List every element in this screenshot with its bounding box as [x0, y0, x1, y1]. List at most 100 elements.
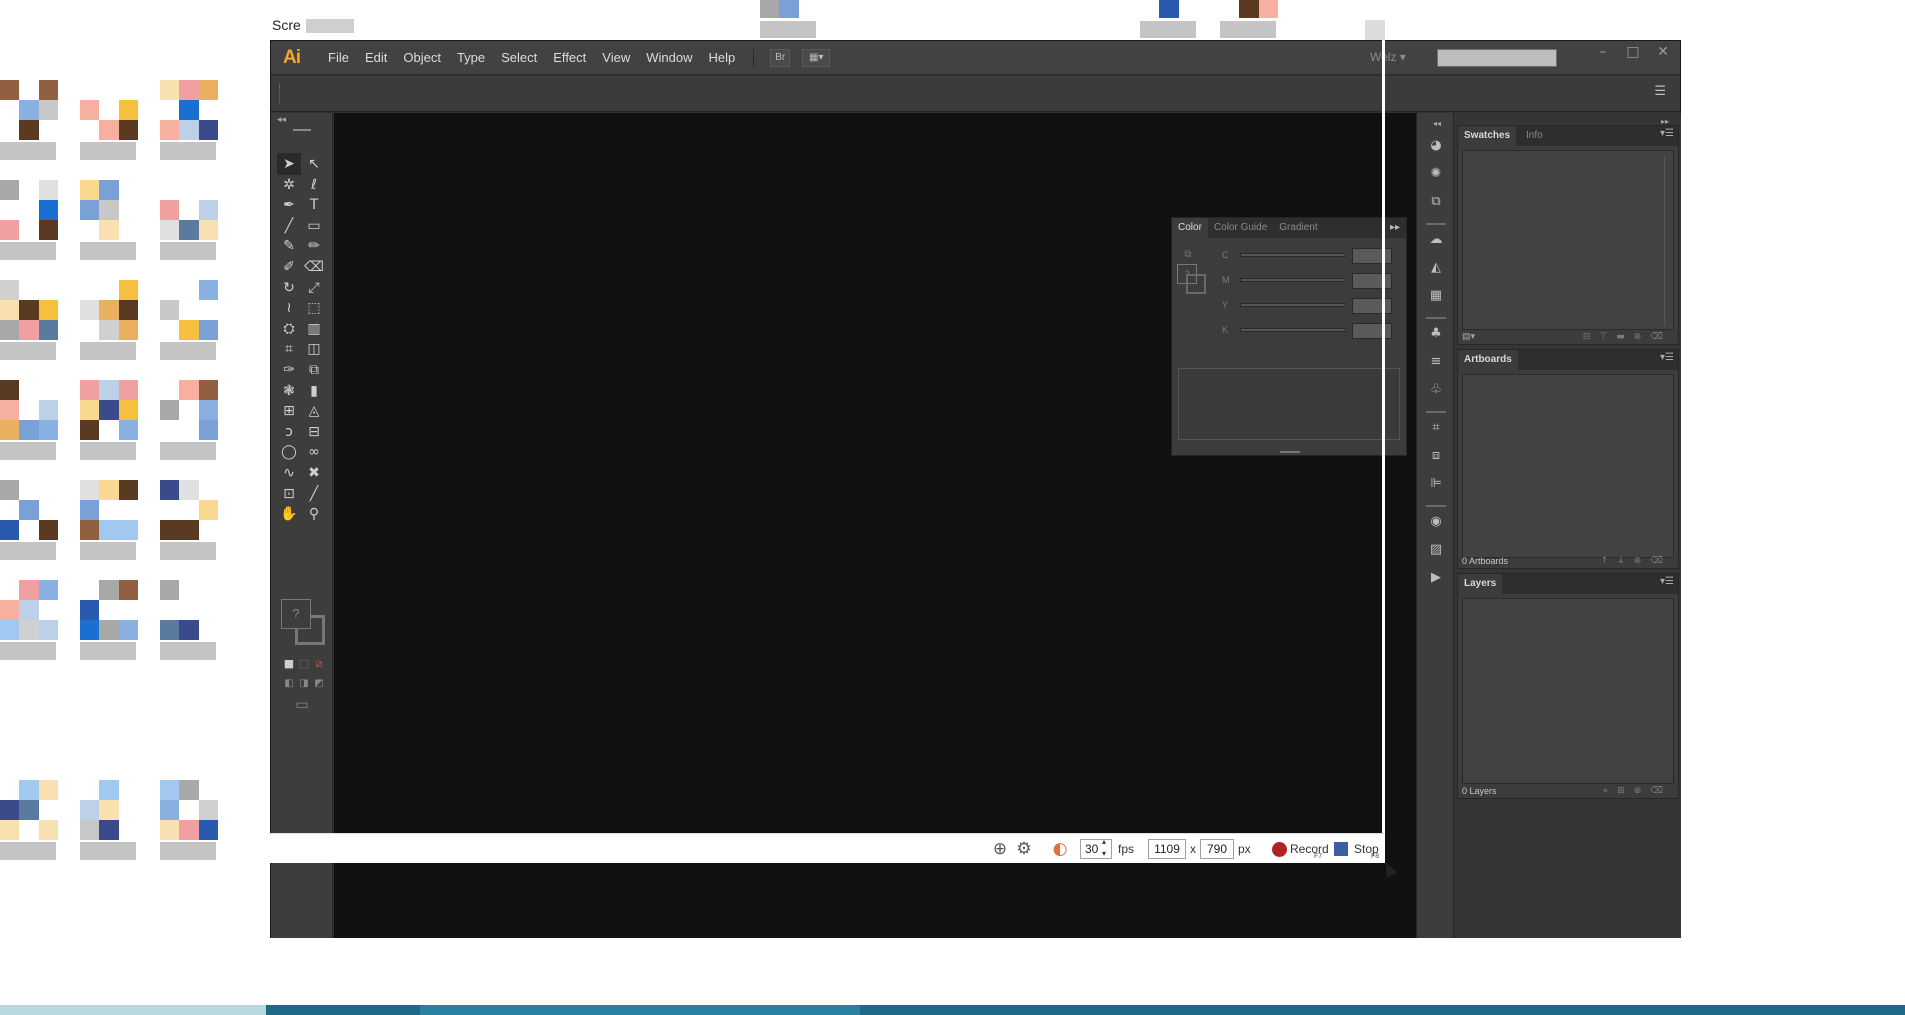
record-button[interactable]: Record [1290, 840, 1329, 858]
brushes-icon[interactable]: ☁ [1426, 231, 1446, 249]
icon-pixel [160, 780, 180, 800]
desktop-icon[interactable] [1220, 0, 1278, 18]
desktop-icon[interactable] [80, 480, 138, 540]
stop-icon[interactable] [1334, 842, 1348, 856]
desktop-icon[interactable] [80, 780, 138, 840]
control-bar-menu-icon[interactable]: ☰ [1654, 84, 1666, 99]
swatch-library-icon[interactable]: ▤▾ [1462, 331, 1475, 342]
icon-pixel [80, 800, 100, 820]
desktop-icon[interactable] [80, 180, 138, 240]
fps-stepper-icon[interactable]: ▴ ▾ [1102, 836, 1106, 860]
desktop-icon[interactable] [760, 0, 818, 18]
desktop-icon[interactable] [80, 80, 138, 140]
crosshair-icon[interactable]: ⊕ [990, 839, 1010, 859]
panel-menu-icon[interactable]: ▾☰ [1660, 128, 1674, 139]
settings-gear-icon[interactable]: ⚙ [1014, 839, 1034, 859]
recorder-frame[interactable] [268, 18, 1385, 863]
artboard-footer-icons[interactable]: ↑↓⊕⌫ [1601, 556, 1672, 566]
collapse-icon[interactable]: ◂◂ [1425, 113, 1449, 135]
pathfinder-icon[interactable]: ⧈ [1426, 447, 1446, 465]
desktop-icon[interactable] [0, 180, 58, 240]
desktop-icon[interactable] [0, 80, 58, 140]
desktop-icon[interactable] [1140, 0, 1198, 18]
icon-pixel [38, 400, 58, 420]
layers-list[interactable] [1462, 598, 1674, 784]
swatch-footer-icons[interactable]: ⊟⊤▬⊕⌫ [1583, 332, 1672, 342]
gradient-icon[interactable]: ◭ [1426, 259, 1446, 277]
desktop-icon-label [160, 442, 216, 460]
desktop-icon[interactable] [160, 780, 218, 840]
icon-pixel [38, 820, 58, 840]
layer-footer-icons[interactable]: «⊞⊕⌫ [1603, 786, 1672, 796]
panel-menu-icon[interactable]: ▾☰ [1660, 576, 1674, 587]
maximize-button[interactable]: □ [1618, 41, 1648, 63]
icon-pixel [198, 200, 218, 220]
icon-pixel [179, 380, 199, 400]
color-guide-icon[interactable]: ✺ [1426, 165, 1446, 183]
tab-layers[interactable]: Layers [1458, 574, 1503, 594]
icon-pixel [160, 220, 180, 240]
icon-pixel [160, 80, 180, 100]
expand-icon[interactable]: ▸▸ [1384, 218, 1406, 238]
panel-icon-strip: ◂◂ ◕ ✺ ⧉ ☁ ◭ ▦ ♣ ≡ ♧ ⌗ ⧈ ⊫ ◉ ▨ ▶ [1416, 113, 1454, 938]
width-input[interactable]: 1109 [1148, 839, 1186, 859]
desktop-icon[interactable] [0, 280, 58, 340]
icon-pixel [160, 820, 180, 840]
desktop-icon[interactable] [160, 480, 218, 540]
color-icon[interactable]: ◕ [1426, 137, 1446, 155]
icon-pixel [80, 500, 100, 520]
swatches-scrollbar[interactable] [1664, 156, 1672, 326]
icon-pixel [198, 600, 218, 620]
desktop-icon[interactable] [0, 480, 58, 540]
desktop-icon[interactable] [160, 80, 218, 140]
search-input[interactable] [1437, 49, 1557, 67]
desktop-icon[interactable] [80, 380, 138, 440]
icon-pixel [118, 280, 138, 300]
icon-pixel [99, 600, 119, 620]
icon-pixel [38, 200, 58, 220]
tab-info[interactable]: Info [1526, 126, 1543, 146]
icon-pixel [80, 380, 100, 400]
image-trace-icon[interactable]: ▨ [1426, 541, 1446, 559]
icon-pixel [99, 180, 119, 200]
desktop-icon[interactable] [0, 580, 58, 640]
tab-swatches[interactable]: Swatches [1458, 126, 1517, 146]
record-icon[interactable] [1272, 842, 1287, 857]
height-input[interactable]: 790 [1200, 839, 1234, 859]
icon-pixel [118, 200, 138, 220]
icon-pixel [38, 280, 58, 300]
desktop-icon[interactable] [160, 180, 218, 240]
actions-icon[interactable]: ▶ [1426, 569, 1446, 587]
desktop-icon[interactable] [80, 580, 138, 640]
close-button[interactable]: ✕ [1648, 41, 1678, 63]
icon-pixel [198, 800, 218, 820]
appearance-icon[interactable]: ◉ [1426, 513, 1446, 531]
graphic-styles-icon[interactable]: ♧ [1426, 381, 1446, 399]
timer-icon[interactable]: ◐ [1050, 839, 1070, 859]
transparency-icon[interactable]: ▦ [1426, 287, 1446, 305]
recorder-corner-handle[interactable] [1365, 20, 1385, 40]
desktop-icon[interactable] [0, 380, 58, 440]
align-icon[interactable]: ⊫ [1426, 475, 1446, 493]
artboards-list[interactable] [1462, 374, 1674, 558]
stroke-icon[interactable]: ≡ [1426, 353, 1446, 371]
icon-pixel [118, 500, 138, 520]
fps-input[interactable]: 30 [1080, 839, 1112, 859]
icon-pixel [118, 380, 138, 400]
desktop-icon[interactable] [160, 280, 218, 340]
desktop-icon[interactable] [0, 780, 58, 840]
swatches-list[interactable] [1462, 150, 1674, 330]
desktop-icon[interactable] [160, 580, 218, 640]
desktop-icon[interactable] [160, 380, 218, 440]
dock-separator [1426, 505, 1446, 507]
icon-pixel [19, 800, 39, 820]
artboards-panel: Artboards ▾☰ 0 Artboards ↑↓⊕⌫ [1457, 349, 1679, 569]
icon-pixel [80, 120, 100, 140]
minimize-button[interactable]: – [1588, 41, 1618, 63]
artboards-icon[interactable]: ⌗ [1426, 419, 1446, 437]
panel-menu-icon[interactable]: ▾☰ [1660, 352, 1674, 363]
transform-icon[interactable]: ⧉ [1426, 193, 1446, 211]
tab-artboards[interactable]: Artboards [1458, 350, 1518, 370]
symbols-icon[interactable]: ♣ [1426, 325, 1446, 343]
desktop-icon[interactable] [80, 280, 138, 340]
